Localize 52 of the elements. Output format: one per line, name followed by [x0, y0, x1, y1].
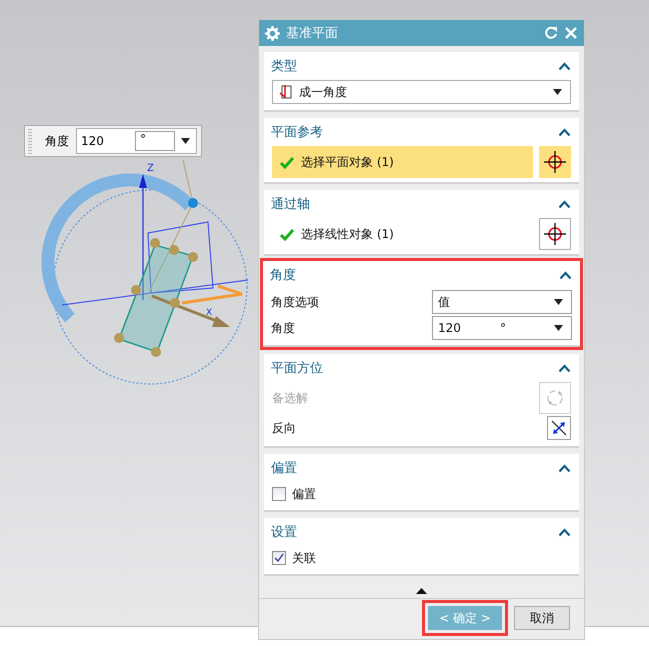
section-title[interactable]: 角度 — [270, 266, 296, 284]
option-label: 反向 — [272, 420, 297, 436]
dropdown-caret-icon[interactable] — [553, 89, 562, 95]
checkmark-icon — [280, 156, 294, 168]
field-label: 角度 — [271, 320, 296, 336]
dropdown-caret-icon[interactable] — [181, 138, 190, 144]
section-title[interactable]: 类型 — [271, 57, 297, 75]
cancel-button[interactable]: 取消 — [514, 606, 570, 630]
section-title[interactable]: 通过轴 — [271, 195, 310, 213]
crosshair-icon — [544, 151, 566, 173]
selection-row[interactable]: 选择线性对象 (1) — [272, 218, 533, 250]
dropdown-caret-icon[interactable] — [554, 299, 563, 305]
close-icon[interactable] — [564, 26, 578, 40]
option-dropdown[interactable]: 值 — [432, 290, 572, 314]
checkmark-icon — [280, 228, 294, 240]
checkbox-label: 关联 — [292, 550, 316, 566]
reverse-direction-button[interactable] — [547, 416, 571, 440]
section-title[interactable]: 平面参考 — [271, 123, 323, 141]
select-object-button[interactable] — [539, 218, 571, 250]
window-title: 基准平面 — [286, 25, 339, 42]
collapse-icon[interactable] — [558, 464, 571, 472]
field-label: 角度选项 — [271, 294, 320, 310]
axis-label: X — [206, 308, 212, 318]
collapse-icon[interactable] — [558, 200, 571, 208]
collapse-icon[interactable] — [558, 128, 571, 136]
plane-angle-icon — [277, 84, 293, 100]
flip-arrows-icon — [550, 419, 568, 437]
type-dropdown[interactable]: 成一角度 — [272, 80, 571, 104]
drag-handle[interactable] — [28, 128, 32, 154]
section-title[interactable]: 设置 — [271, 523, 297, 541]
unit-dropdown[interactable]: ° — [135, 131, 175, 151]
dropdown-caret-icon[interactable] — [554, 325, 563, 331]
option-label: 备选解 — [272, 390, 309, 406]
select-object-button[interactable] — [539, 146, 571, 178]
angle-input[interactable]: 120 ° — [432, 316, 572, 340]
collapse-icon[interactable] — [558, 528, 571, 536]
section-title[interactable]: 偏置 — [271, 459, 297, 477]
checkbox[interactable] — [272, 487, 286, 501]
crosshair-icon — [544, 223, 566, 245]
checkbox[interactable] — [272, 551, 286, 565]
section-title[interactable]: 平面方位 — [271, 359, 323, 377]
selection-row[interactable]: 选择平面对象 (1) — [272, 146, 533, 178]
angle-input[interactable]: 120 ° — [76, 128, 197, 154]
collapse-icon[interactable] — [558, 364, 571, 372]
settings-icon[interactable] — [265, 26, 280, 40]
checkbox-label: 偏置 — [292, 486, 316, 502]
axis-label: Z — [147, 163, 154, 174]
field-label: 角度 — [44, 132, 70, 150]
collapse-icon[interactable] — [558, 62, 571, 70]
reset-icon[interactable] — [544, 26, 558, 40]
collapse-icon[interactable] — [416, 588, 427, 594]
collapse-icon[interactable] — [559, 270, 572, 280]
